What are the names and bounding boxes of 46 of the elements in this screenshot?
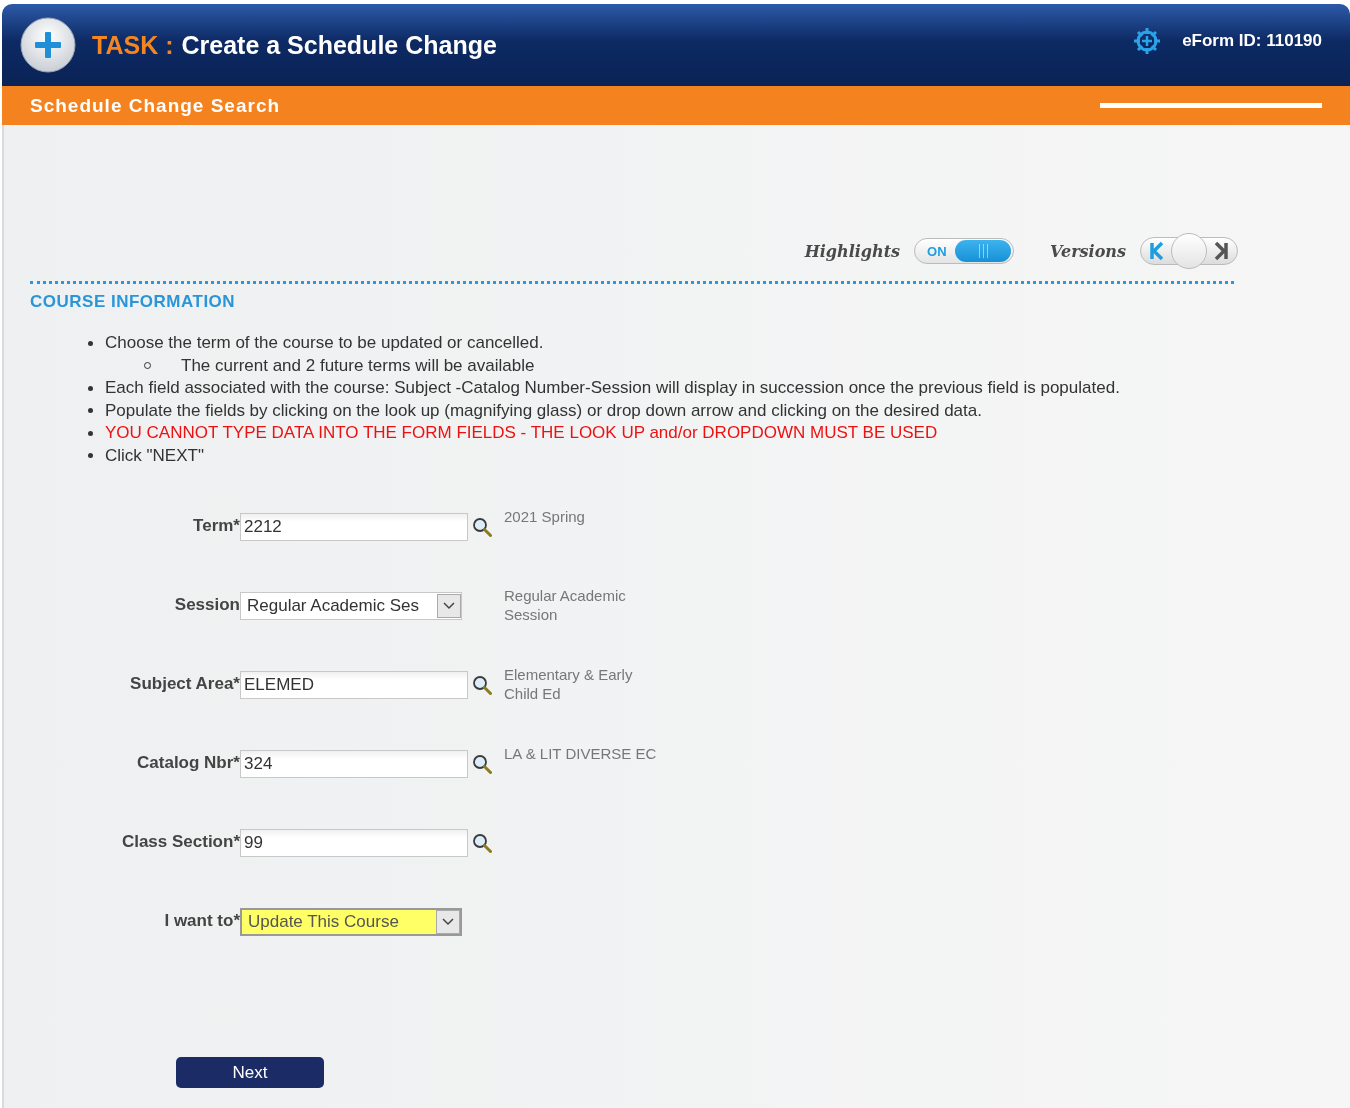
field-label: Session xyxy=(173,594,240,615)
field-label: Subject Area* xyxy=(129,673,240,694)
slider-thumb[interactable] xyxy=(1171,233,1207,269)
skip-first-icon[interactable] xyxy=(1149,241,1165,261)
field-description: Elementary & Early Child Ed xyxy=(503,665,634,703)
instruction-text: Choose the term of the course to be updated or cancelled. xyxy=(105,333,544,354)
instruction-text: Each field associated with the course: Subject -Catalog Number-Session will display in succession once the previous field is populated. xyxy=(105,378,1120,399)
instruction-text: Click "NEXT" xyxy=(105,445,204,466)
field-label: Catalog Nbr* xyxy=(136,752,240,773)
page-title: Create a Schedule Change xyxy=(181,30,497,60)
highlights-label: Highlights xyxy=(804,241,901,261)
bullet-icon xyxy=(88,408,93,414)
skip-last-icon[interactable] xyxy=(1213,241,1229,261)
bullet-icon xyxy=(88,430,93,436)
dropdown[interactable]: Update This Course xyxy=(240,908,462,936)
section-title: Schedule Change Search xyxy=(30,94,281,117)
field-label: I want to* xyxy=(163,910,240,931)
plus-icon[interactable] xyxy=(20,17,76,73)
versions-label: Versions xyxy=(1050,241,1126,261)
field-label: Class Section* xyxy=(120,831,240,852)
input-field[interactable]: ELEMED xyxy=(240,671,468,699)
instruction-text: Populate the fields by clicking on the look up (magnifying glass) or drop down arrow and clicking on the desired data. xyxy=(105,400,982,421)
search-icon[interactable] xyxy=(472,833,492,853)
instruction-text: The current and 2 future terms will be available xyxy=(181,355,535,376)
input-field[interactable]: 324 xyxy=(240,750,468,778)
settings-icon[interactable] xyxy=(1132,26,1163,56)
search-icon[interactable] xyxy=(472,754,492,774)
bullet-icon xyxy=(88,385,93,391)
field-description: LA & LIT DIVERSE EC xyxy=(503,744,658,763)
search-icon[interactable] xyxy=(472,675,492,695)
eform-id: eForm ID: 110190 xyxy=(1182,31,1322,51)
input-field[interactable]: 99 xyxy=(240,829,468,857)
chevron-down-icon xyxy=(442,918,454,926)
bullet-icon xyxy=(88,340,93,346)
field-description: 2021 Spring xyxy=(503,507,586,526)
search-icon[interactable] xyxy=(472,517,492,537)
warning-text: YOU CANNOT TYPE DATA INTO THE FORM FIELDS - THE LOOK UP and/or DROPDOWN MUST BE USED xyxy=(105,423,938,444)
task-label: TASK : xyxy=(92,30,174,60)
next-button[interactable]: Next xyxy=(176,1057,324,1088)
bullet-icon xyxy=(88,453,93,459)
field-label: Term* xyxy=(192,515,240,536)
dropdown[interactable]: Regular Academic Ses xyxy=(240,592,462,620)
chevron-down-icon xyxy=(443,602,455,610)
input-field[interactable]: 2212 xyxy=(240,513,468,541)
section-heading: COURSE INFORMATION xyxy=(30,292,237,312)
field-description: Regular Academic Session xyxy=(503,586,627,624)
